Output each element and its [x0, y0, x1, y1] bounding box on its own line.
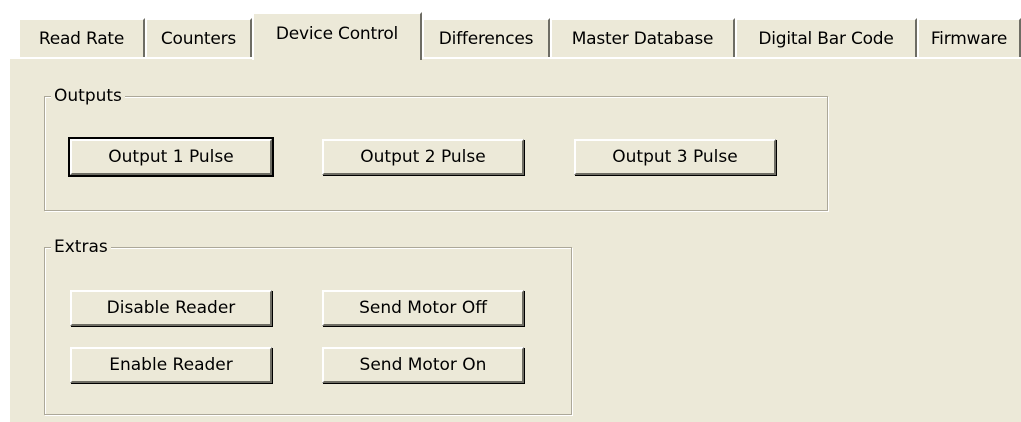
outputs-groupbox-title: Outputs: [51, 85, 125, 107]
disable-reader-button[interactable]: Disable Reader: [70, 290, 272, 326]
tab-device-control[interactable]: Device Control: [252, 12, 422, 60]
tab-read-rate-label: Read Rate: [38, 29, 125, 49]
send-motor-off-button[interactable]: Send Motor Off: [322, 290, 524, 326]
tab-master-database[interactable]: Master Database: [550, 18, 735, 58]
tab-counters[interactable]: Counters: [145, 18, 252, 58]
tab-digital-bar-code-label: Digital Bar Code: [758, 29, 894, 49]
send-motor-on-button[interactable]: Send Motor On: [322, 347, 524, 383]
output-3-pulse-button[interactable]: Output 3 Pulse: [574, 139, 776, 175]
device-control-panel: Outputs Output 1 Pulse Output 2 Pulse Ou…: [8, 57, 1021, 422]
enable-reader-button[interactable]: Enable Reader: [70, 347, 272, 383]
extras-groupbox: Extras Disable Reader Send Motor Off Ena…: [44, 236, 572, 415]
outputs-groupbox: Outputs Output 1 Pulse Output 2 Pulse Ou…: [44, 85, 828, 211]
tab-master-database-label: Master Database: [571, 29, 714, 49]
tab-firmware-label: Firmware: [930, 29, 1008, 49]
tab-differences[interactable]: Differences: [422, 18, 550, 58]
tab-firmware[interactable]: Firmware: [917, 18, 1021, 58]
tab-digital-bar-code[interactable]: Digital Bar Code: [735, 18, 917, 58]
output-1-pulse-button[interactable]: Output 1 Pulse: [68, 137, 274, 177]
output-2-pulse-button[interactable]: Output 2 Pulse: [322, 139, 524, 175]
tab-control: Read Rate Counters Device Control Differ…: [0, 0, 1021, 422]
tab-read-rate[interactable]: Read Rate: [18, 18, 145, 58]
tab-device-control-label: Device Control: [275, 24, 399, 44]
tab-counters-label: Counters: [160, 29, 237, 49]
extras-groupbox-title: Extras: [51, 236, 111, 258]
tab-differences-label: Differences: [438, 29, 534, 49]
